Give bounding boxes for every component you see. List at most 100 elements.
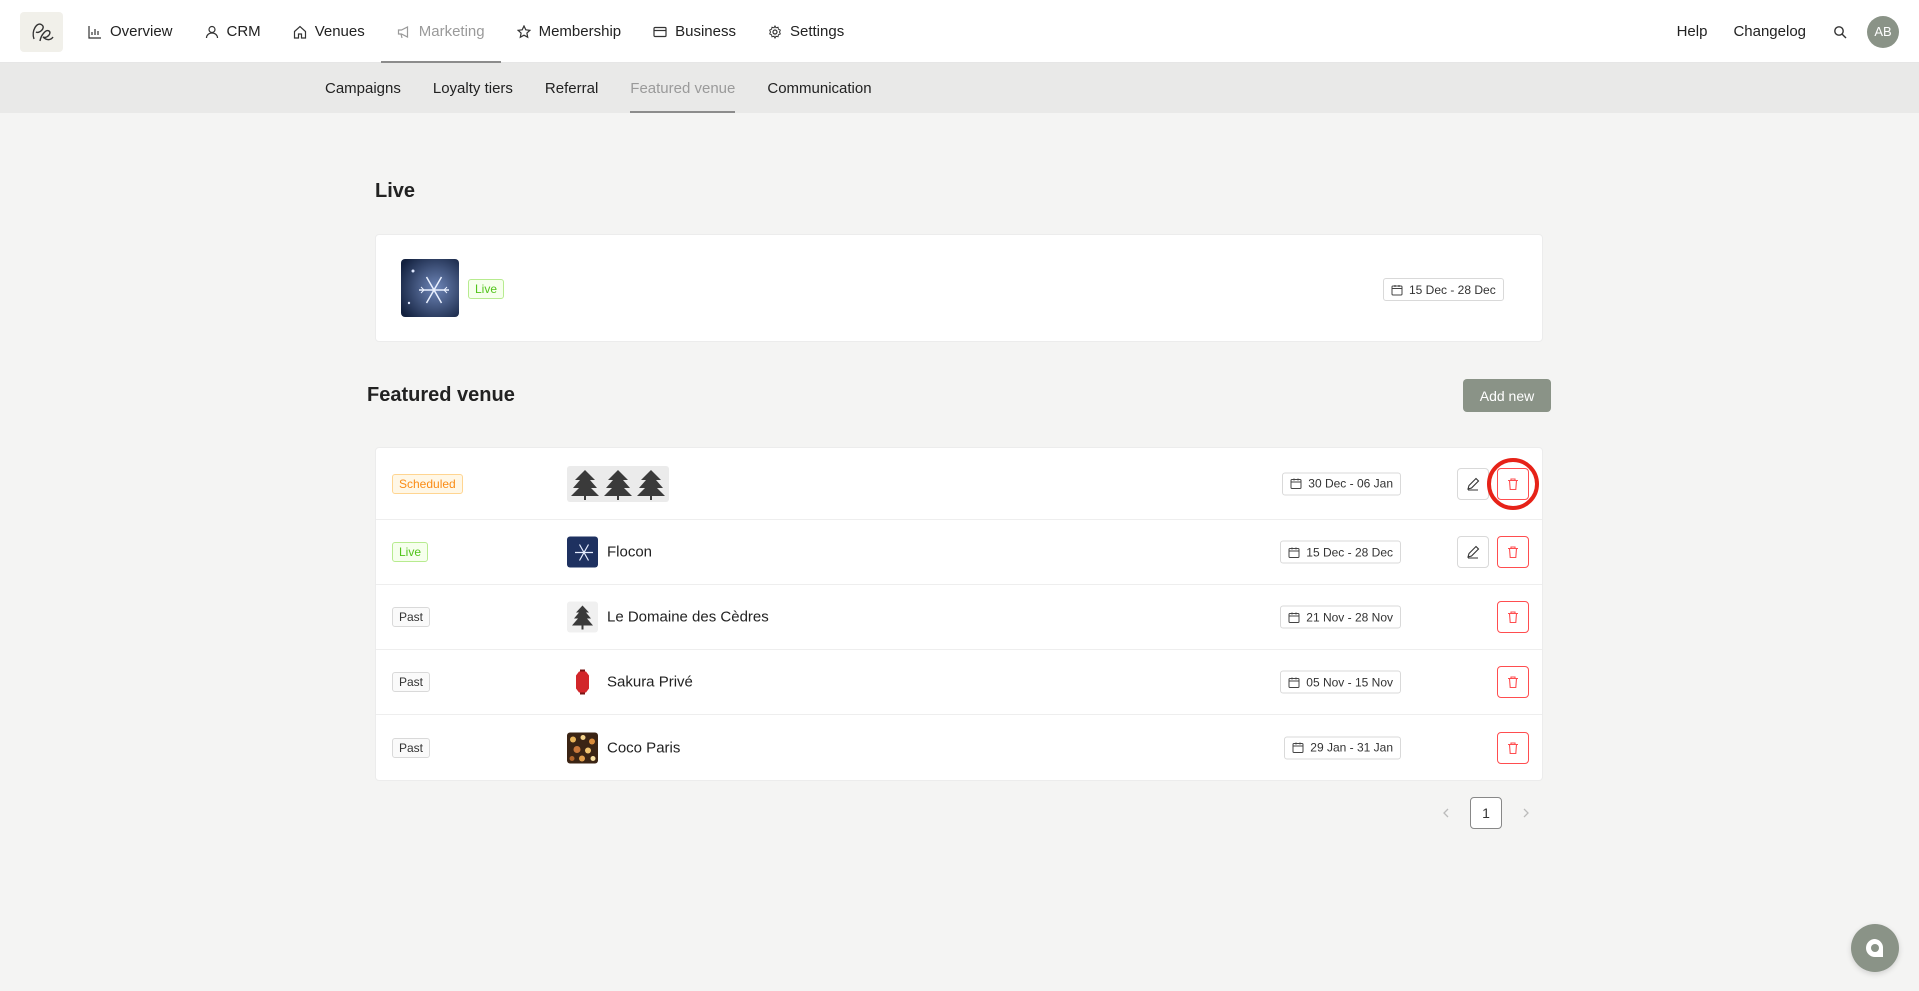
calendar-icon [1288,547,1300,558]
gear-icon [769,24,781,39]
live-status-badge: Live [468,279,505,299]
pagination: 1 [1434,797,1538,829]
red-lantern-thumbnail [567,666,598,698]
star-icon [516,24,531,38]
date-text: 30 Dec - 06 Jan [1308,476,1393,491]
date-range: 30 Dec - 06 Jan [1282,472,1401,495]
list-item: Past Coco Paris 29 Jan - 31 Jan [376,715,1542,780]
cedar-trees-thumbnail [567,465,669,502]
home-icon [293,25,306,39]
avatar[interactable]: AB [1867,15,1899,48]
cedar-tree-thumbnail [567,601,598,633]
pencil-icon [1467,477,1480,491]
list-item: Past Le Domaine des Cèdres 21 Nov - 28 N… [376,585,1542,650]
chat-icon [1865,939,1884,957]
status-badge: Past [392,737,431,758]
date-text: 15 Dec - 28 Dec [1306,545,1393,559]
bokeh-lights-thumbnail [567,732,598,763]
chat-support-button[interactable] [1851,924,1899,972]
trash-icon [1508,676,1518,689]
venue-cell: Le Domaine des Cèdres [567,601,769,633]
help-link[interactable]: Help [1664,23,1721,40]
delete-button[interactable] [1497,467,1529,500]
nav-overview-label: Overview [110,23,173,40]
delete-button[interactable] [1497,666,1529,698]
date-text: 05 Nov - 15 Nov [1306,675,1393,689]
date-range: 15 Dec - 28 Dec [1280,540,1401,564]
top-navigation: Overview CRM Venues Marketing Membership… [0,0,1919,63]
tab-communication[interactable]: Communication [767,63,871,113]
signature-logo-icon [32,23,54,42]
date-range: 21 Nov - 28 Nov [1280,605,1401,629]
calendar-icon [1288,677,1300,688]
wallet-icon [653,26,667,37]
status-badge: Past [392,672,431,692]
nav-membership-label: Membership [538,23,622,40]
nav-business-label: Business [675,23,736,40]
live-date-range: 15 Dec - 28 Dec [1383,278,1504,301]
nav-settings-label: Settings [790,23,845,40]
pencil-icon [1467,545,1480,559]
edit-button[interactable] [1457,467,1489,500]
marketing-subnav: Campaigns Loyalty tiers Referral Feature… [0,63,1919,113]
status-badge: Scheduled [392,473,463,494]
megaphone-icon [397,25,408,38]
nav-overview[interactable]: Overview [88,0,189,63]
snowflake-thumbnail [401,259,459,317]
featured-venue-list: Scheduled 30 Dec - 06 Jan Live Flocon 15… [375,447,1543,781]
trash-icon [1508,741,1518,754]
next-page-button[interactable] [1514,797,1538,829]
venue-cell: Sakura Privé [567,666,693,698]
calendar-icon [1292,742,1304,753]
nav-business[interactable]: Business [637,0,752,63]
page-number-button[interactable]: 1 [1470,797,1502,829]
nav-settings[interactable]: Settings [752,0,860,63]
calendar-icon [1288,612,1300,623]
venue-cell: Coco Paris [567,732,680,763]
trash-icon [1508,546,1518,559]
tab-loyalty-tiers[interactable]: Loyalty tiers [433,63,513,113]
delete-button[interactable] [1497,731,1529,764]
search-icon [1834,25,1847,38]
add-new-button[interactable]: Add new [1463,379,1551,412]
list-item: Live Flocon 15 Dec - 28 Dec [376,520,1542,585]
delete-button[interactable] [1497,601,1529,633]
delete-button[interactable] [1497,536,1529,568]
live-date-text: 15 Dec - 28 Dec [1409,282,1496,297]
nav-venues-label: Venues [314,23,365,40]
bar-chart-icon [88,25,101,39]
changelog-link[interactable]: Changelog [1720,23,1819,40]
chevron-right-icon [1523,808,1529,818]
tab-campaigns[interactable]: Campaigns [325,63,401,113]
edit-button[interactable] [1457,536,1489,568]
brand-logo[interactable] [20,12,63,52]
search-button[interactable] [1819,25,1861,39]
date-text: 29 Jan - 31 Jan [1310,740,1393,755]
venue-name: Coco Paris [607,739,681,756]
user-icon [205,25,218,38]
nav-marketing-label: Marketing [418,23,485,40]
trash-icon [1508,611,1518,624]
list-item: Scheduled 30 Dec - 06 Jan [376,448,1542,520]
date-range: 05 Nov - 15 Nov [1280,670,1401,694]
nav-marketing[interactable]: Marketing [380,0,501,63]
date-text: 21 Nov - 28 Nov [1306,610,1393,624]
calendar-icon [1391,284,1403,295]
date-range: 29 Jan - 31 Jan [1284,736,1401,759]
nav-crm[interactable]: CRM [189,0,277,63]
nav-membership[interactable]: Membership [501,0,638,63]
featured-section-title: Featured venue [367,384,515,406]
tab-featured-venue[interactable]: Featured venue [630,63,736,113]
nav-crm-label: CRM [226,23,261,40]
nav-venues[interactable]: Venues [277,0,381,63]
venue-name: Flocon [607,543,653,561]
snowflake-thumbnail [567,536,598,568]
status-badge: Live [392,542,429,562]
venue-name: Le Domaine des Cèdres [607,608,769,626]
live-section-title: Live [375,180,416,202]
venue-cell [567,465,678,502]
live-venue-card: Live 15 Dec - 28 Dec [375,234,1543,342]
tab-referral[interactable]: Referral [545,63,598,113]
prev-page-button[interactable] [1434,797,1458,829]
venue-cell: Flocon [567,536,653,568]
